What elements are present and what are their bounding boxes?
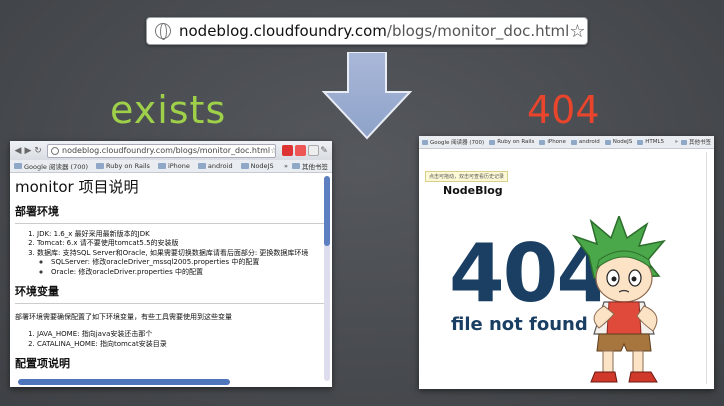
down-arrow-icon [322, 52, 412, 140]
page-title: monitor 项目说明 [15, 178, 139, 196]
env-var-list: JAVA_HOME: 指向java安装还击那个 CATALINA_HOME: 指… [37, 330, 327, 349]
other-bookmarks[interactable]: 其他书签 [292, 161, 328, 171]
list-item: Oracle: 修改oracleDriver.properties 中的配置 [51, 268, 327, 277]
globe-icon [155, 23, 171, 40]
bookmark-item[interactable]: Google 阅读器 (700) [422, 138, 484, 146]
folder-icon [14, 163, 22, 169]
bookmark-item[interactable]: Google 阅读器 (700) [14, 161, 88, 171]
url-host: nodeblog.cloudfoundry.com [179, 22, 387, 40]
list-item: 数据库: 支持SQL Server和Oracle, 如果需要切换数据库请看后面部… [37, 249, 327, 277]
left-address-bar[interactable]: nodeblog.cloudfoundry.com/blogs/monitor_… [47, 143, 276, 158]
error-message: file not found [451, 314, 588, 335]
env-list: JDK: 1.6_x 最好采用最新版本的JDK Tomcat: 6.x 请不要使… [37, 230, 327, 277]
list-item: Tomcat: 6.x 请不要使用tomcat5.5的安装版 [37, 239, 327, 248]
folder-icon [240, 163, 249, 169]
forward-icon[interactable]: ▶ [23, 146, 33, 156]
left-browser-window: ◀ ▶ ↻ nodeblog.cloudfoundry.com/blogs/mo… [10, 141, 332, 387]
section-heading: 配置项说明 [15, 357, 70, 371]
folder-icon [422, 139, 428, 145]
bookmark-item[interactable]: NodeJS [604, 139, 632, 145]
list-item: SQLServer: 修改oracleDriver_mssql2005.prop… [51, 258, 327, 267]
section-heading: 环境变量 [15, 283, 327, 305]
reload-icon[interactable]: ↻ [33, 146, 43, 156]
left-bookmarks-bar: Google 阅读器 (700) Ruby on Rails iPhone an… [10, 160, 332, 173]
list-item: JAVA_HOME: 指向java安装还击那个 [37, 330, 327, 339]
other-bookmarks[interactable]: 其他书签 [680, 138, 711, 146]
right-browser-window: Google 阅读器 (700) Ruby on Rails iPhone an… [419, 136, 714, 389]
tooltip: 点击可拖动，双击可查看历史记录 [425, 171, 509, 182]
folder-icon [637, 139, 644, 145]
bookmarks-more[interactable]: » [284, 162, 288, 170]
bookmark-item[interactable]: android [570, 139, 600, 145]
star-icon[interactable]: ☆ [270, 146, 275, 155]
folder-icon [489, 139, 496, 145]
list-item: CATALINA_HOME: 指向tomcat安装目录 [37, 340, 327, 349]
page-menu-icon[interactable] [308, 145, 319, 156]
paragraph: 部署环境需要确保配置了如下环境变量，有些工具需要使用到这些变量 [15, 313, 232, 322]
left-url-text: nodeblog.cloudfoundry.com/blogs/monitor_… [62, 146, 271, 155]
folder-icon [539, 139, 546, 145]
bookmark-item[interactable]: Ruby on Rails [489, 139, 534, 145]
vertical-scrollbar[interactable] [324, 176, 330, 381]
bookmark-item[interactable]: iPhone [539, 139, 566, 145]
bookmark-item[interactable]: HTML5 [637, 139, 664, 145]
bookmark-item[interactable]: NodeJS [240, 162, 274, 170]
address-bar[interactable]: nodeblog.cloudfoundry.com/blogs/monitor_… [146, 17, 588, 45]
folder-icon [96, 163, 105, 169]
folder-icon [197, 163, 206, 169]
bookmark-item[interactable]: Ruby on Rails [96, 162, 150, 170]
bookmark-item[interactable]: android [197, 162, 233, 170]
folder-icon [604, 139, 611, 145]
horizontal-scrollbar[interactable] [18, 379, 230, 385]
back-icon[interactable]: ◀ [13, 146, 23, 156]
site-title[interactable]: NodeBlog [443, 184, 503, 197]
scroll-thumb[interactable] [324, 176, 330, 246]
db-sublist: SQLServer: 修改oracleDriver_mssql2005.prop… [51, 258, 327, 277]
section-heading: 部署环境 [15, 203, 327, 224]
left-page-content: monitor 项目说明 部署环境 JDK: 1.6_x 最好采用最新版本的JD… [10, 173, 332, 387]
folder-icon [570, 139, 577, 145]
star-icon[interactable]: ☆ [569, 21, 585, 42]
right-bookmarks-bar: Google 阅读器 (700) Ruby on Rails iPhone an… [419, 136, 714, 149]
folder-icon [680, 139, 687, 145]
notfound-label: 404 [527, 88, 600, 132]
bookmarks-more[interactable]: » [675, 139, 678, 145]
left-toolbar: ◀ ▶ ↻ nodeblog.cloudfoundry.com/blogs/mo… [10, 141, 332, 160]
extension-icon[interactable] [282, 145, 293, 156]
exists-label: exists [110, 88, 227, 132]
extension-icon[interactable] [295, 145, 306, 156]
url-path: /blogs/monitor_doc.html [386, 22, 570, 40]
vertical-scrollbar[interactable] [706, 152, 712, 384]
cartoon-character-illustration [571, 216, 666, 383]
folder-icon [292, 163, 300, 169]
globe-icon [51, 146, 59, 155]
folder-icon [157, 163, 166, 169]
wrench-icon[interactable]: ✎ [319, 146, 329, 156]
bookmark-item[interactable]: iPhone [157, 162, 190, 170]
